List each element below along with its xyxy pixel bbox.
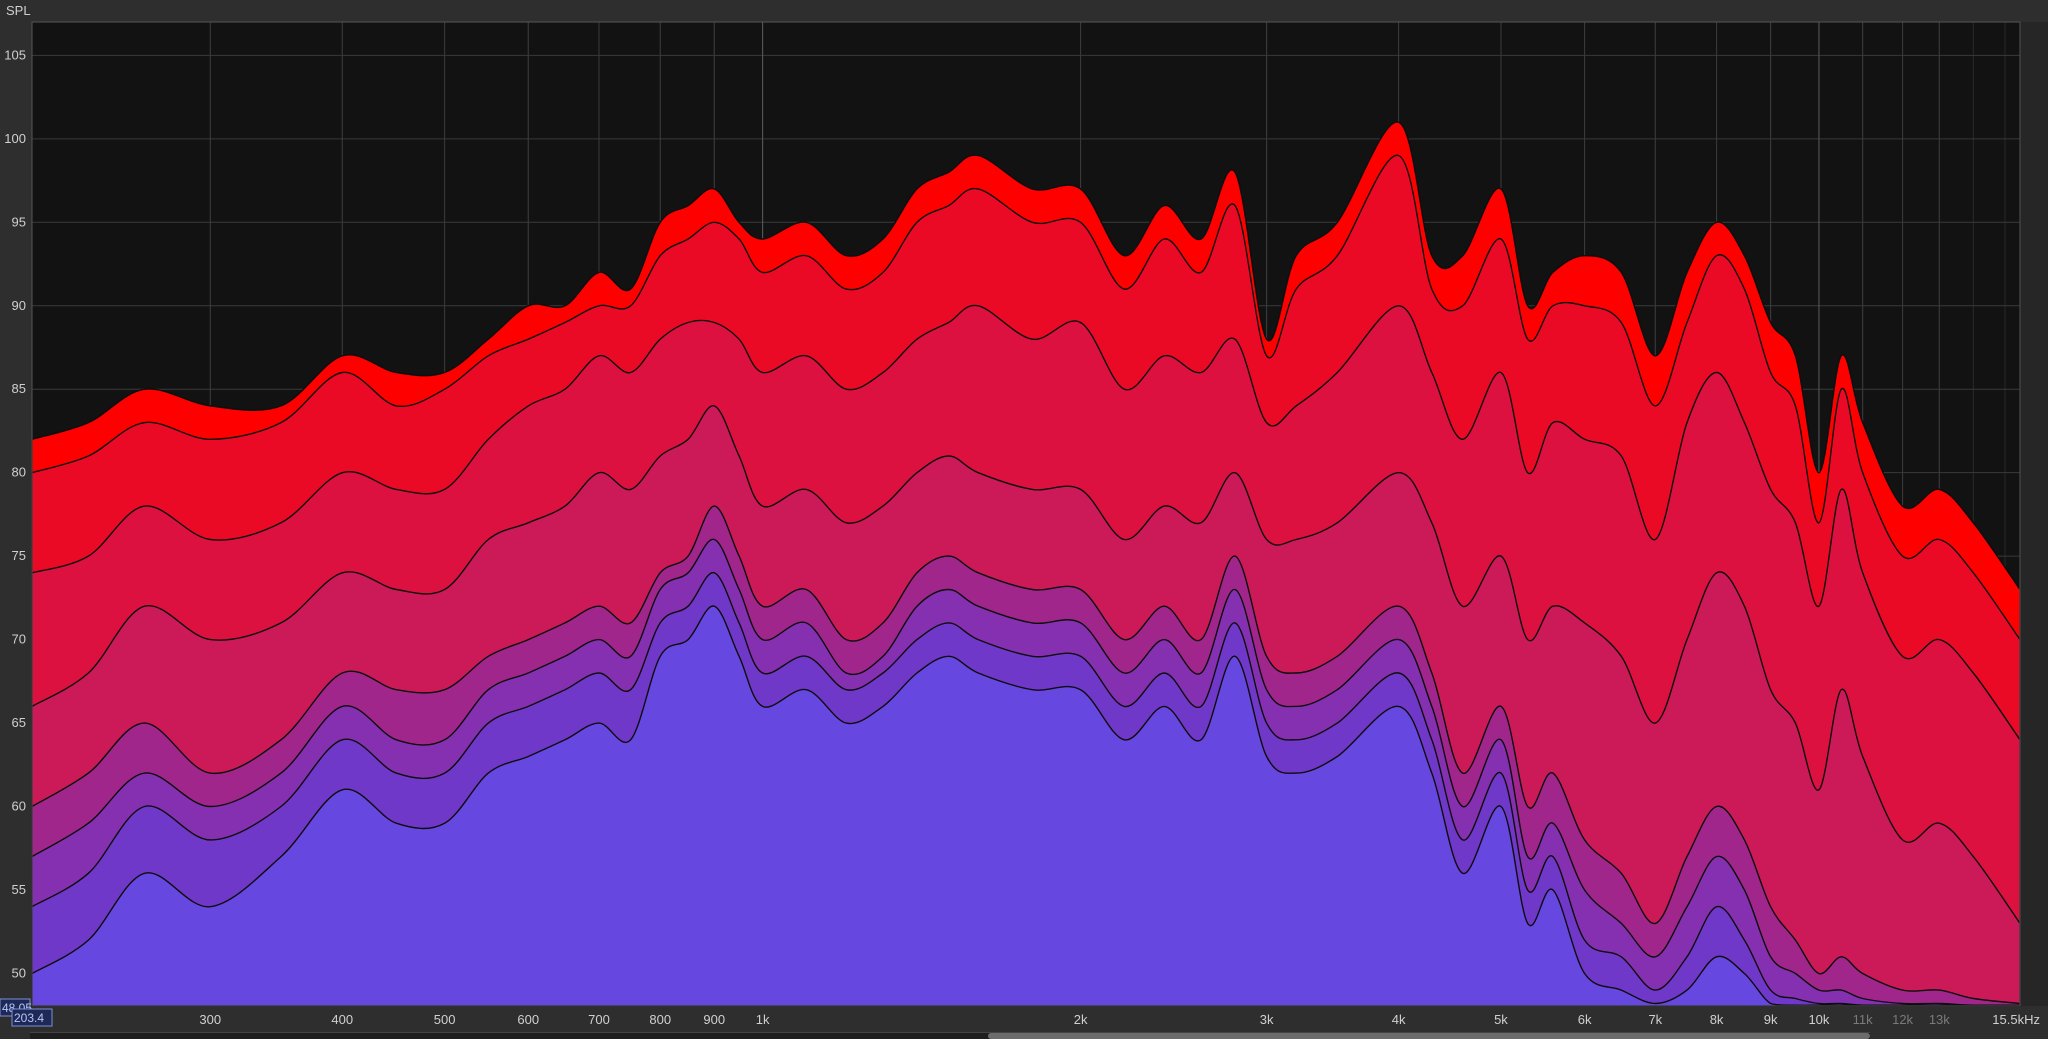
x-tick-label: 4k [1392, 1012, 1406, 1027]
x-tick-label: 700 [588, 1012, 610, 1027]
horizontal-scroll-thumb[interactable] [988, 1033, 1870, 1039]
y-tick-label: 75 [12, 548, 26, 563]
x-tick-label: 400 [331, 1012, 353, 1027]
y-tick-label: 85 [12, 381, 26, 396]
x-tick-label: 900 [703, 1012, 725, 1027]
y-tick-label: 95 [12, 214, 26, 229]
x-tick-label: 12k [1892, 1012, 1913, 1027]
y-tick-label: 70 [12, 632, 26, 647]
y-tick-label: 105 [4, 47, 26, 62]
x-tick-label: 6k [1578, 1012, 1592, 1027]
x-tick-label: 1k [756, 1012, 770, 1027]
x-tick-label: 2k [1074, 1012, 1088, 1027]
vertical-scrollbar[interactable] [2020, 22, 2048, 1006]
freq-readout: 203.4 [14, 1011, 44, 1025]
y-tick-label: 60 [12, 799, 26, 814]
y-tick-label: 100 [4, 131, 26, 146]
spectrum-plot: SPL 50 55 60 65 70 75 80 85 90 95 100 105 300 400 500 6… [0, 3, 2040, 1027]
x-tick-label: 13k [1929, 1012, 1950, 1027]
y-tick-label: 90 [12, 298, 26, 313]
y-tick-label: 50 [12, 965, 26, 980]
y-tick-label: 65 [12, 715, 26, 730]
x-tick-label: 5k [1494, 1012, 1508, 1027]
y-tick-label: 80 [12, 465, 26, 480]
x-tick-label: 8k [1710, 1012, 1724, 1027]
x-tick-label: 600 [517, 1012, 539, 1027]
x-tick-label: 3k [1260, 1012, 1274, 1027]
x-tick-label: 9k [1764, 1012, 1778, 1027]
y-axis-title: SPL [6, 3, 31, 18]
x-tick-label: 10k [1808, 1012, 1829, 1027]
x-tick-label: 800 [649, 1012, 671, 1027]
x-tick-label: 500 [434, 1012, 456, 1027]
y-tick-label: 55 [12, 882, 26, 897]
spectrum-analyzer-window: SPL 50 55 60 65 70 75 80 85 90 95 100 105 300 400 500 6… [0, 0, 2048, 1039]
x-tick-label: 15.5kHz [1992, 1012, 2040, 1027]
x-tick-label: 11k [1853, 1012, 1873, 1027]
x-tick-label: 300 [199, 1012, 221, 1027]
x-tick-label: 7k [1648, 1012, 1662, 1027]
